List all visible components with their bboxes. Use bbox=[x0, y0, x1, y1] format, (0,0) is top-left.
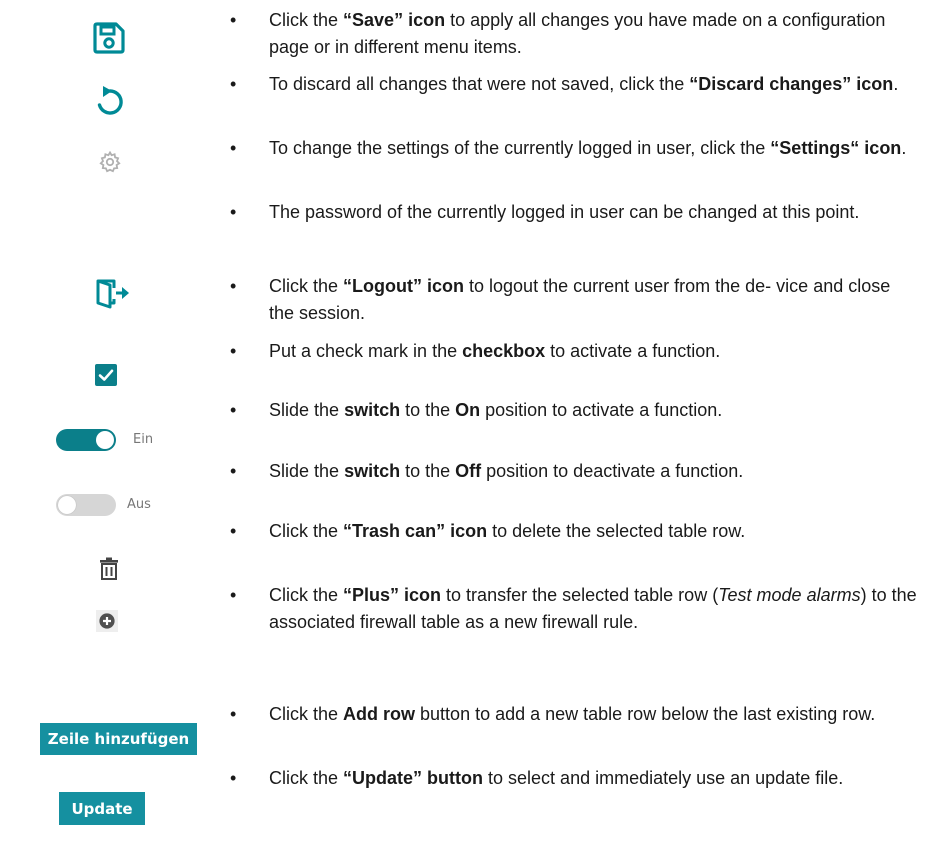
settings-gear-icon[interactable] bbox=[98, 150, 122, 174]
switch-off-label: Aus bbox=[127, 497, 151, 512]
check-icon bbox=[98, 369, 114, 381]
bullet: • bbox=[230, 461, 237, 481]
trash-can-icon[interactable] bbox=[98, 557, 120, 581]
description-settings: To change the settings of the currently … bbox=[269, 138, 907, 158]
discard-changes-icon[interactable] bbox=[93, 85, 127, 119]
save-icon[interactable] bbox=[92, 21, 126, 55]
description-password: The password of the currently logged in … bbox=[269, 202, 860, 222]
description-switch-off: Slide the switch to the Off position to … bbox=[269, 461, 744, 481]
switch-off[interactable] bbox=[56, 494, 116, 516]
bullet: • bbox=[230, 74, 237, 94]
bullet: • bbox=[230, 585, 237, 605]
logout-icon[interactable] bbox=[95, 277, 131, 311]
bullet: • bbox=[230, 202, 237, 222]
bullet: • bbox=[230, 10, 237, 30]
checkbox-checked[interactable] bbox=[95, 364, 117, 386]
description-trash: Click the “Trash can” icon to delete the… bbox=[269, 521, 746, 541]
description-switch-on: Slide the switch to the On position to a… bbox=[269, 400, 723, 420]
description-checkbox: Put a check mark in the checkbox to acti… bbox=[269, 341, 721, 361]
add-row-button[interactable]: Zeile hinzufügen bbox=[40, 723, 197, 755]
description-logout: Click the “Logout” icon to logout the cu… bbox=[269, 276, 891, 323]
description-update: Click the “Update” button to select and … bbox=[269, 768, 844, 788]
description-discard: To discard all changes that were not sav… bbox=[269, 74, 899, 94]
bullet: • bbox=[230, 704, 237, 724]
description-plus: Click the “Plus” icon to transfer the se… bbox=[269, 585, 917, 632]
description-add-row: Click the Add row button to add a new ta… bbox=[269, 704, 876, 724]
switch-on[interactable] bbox=[56, 429, 116, 451]
switch-knob bbox=[96, 431, 114, 449]
bullet: • bbox=[230, 341, 237, 361]
switch-knob bbox=[58, 496, 76, 514]
switch-on-label: Ein bbox=[133, 432, 154, 447]
bullet: • bbox=[230, 521, 237, 541]
bullet: • bbox=[230, 138, 237, 158]
bullet: • bbox=[230, 768, 237, 788]
bullet: • bbox=[230, 276, 237, 296]
update-button[interactable]: Update bbox=[59, 792, 145, 825]
bullet: • bbox=[230, 400, 237, 420]
description-save: Click the “Save” icon to apply all chang… bbox=[269, 10, 886, 57]
plus-circle-icon[interactable] bbox=[96, 610, 118, 632]
